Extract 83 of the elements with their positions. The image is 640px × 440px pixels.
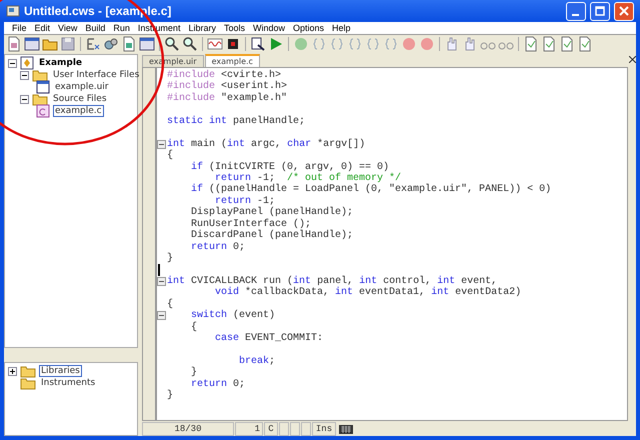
- code-line: {: [167, 298, 174, 310]
- code-line: if (InitCVIRTE (0, argv, 0) == 0): [190, 162, 390, 172]
- code-line: break;: [238, 356, 276, 367]
- code-line: static int panelHandle;: [167, 116, 306, 127]
- code-line: int main (int argc, char *argv[]): [167, 138, 366, 150]
- maximize-button[interactable]: [590, 2, 610, 20]
- menu-item[interactable]: Run: [109, 23, 134, 33]
- page-icon[interactable]: [523, 36, 539, 52]
- menu-item[interactable]: Window: [248, 23, 289, 33]
- menu-item[interactable]: Options: [289, 23, 328, 33]
- code-line: return -1;: [215, 196, 276, 207]
- tree-item[interactable]: Instruments: [39, 377, 98, 389]
- save-icon[interactable]: [60, 36, 76, 52]
- close-button[interactable]: [614, 2, 634, 20]
- collapse-toggle[interactable]: [8, 58, 17, 68]
- menu-item[interactable]: Tools: [220, 23, 249, 33]
- insert-mode: Ins: [312, 422, 336, 436]
- code-line: {: [190, 322, 198, 333]
- find-replace-icon[interactable]: [182, 36, 198, 52]
- page-icon[interactable]: [559, 36, 575, 52]
- menu-item[interactable]: Build: [81, 23, 110, 33]
- menu-item[interactable]: View: [54, 23, 82, 33]
- code-line: if ((panelHandle = LoadPanel (0, "example.uir", PANEL)) < 0): [190, 184, 552, 196]
- new-panel-icon[interactable]: [24, 36, 40, 52]
- tree-item[interactable]: example.uir: [53, 81, 111, 93]
- collapse-toggle[interactable]: [20, 94, 29, 104]
- menu-item[interactable]: Edit: [30, 23, 54, 33]
- file-tab[interactable]: example.c: [204, 54, 260, 67]
- code-line: }: [167, 253, 174, 264]
- code-line: case EVENT_COMMIT:: [214, 333, 324, 344]
- tree-item[interactable]: User Interface Files: [51, 69, 142, 81]
- page-icon[interactable]: [577, 36, 593, 52]
- code-line: switch (event): [190, 310, 276, 322]
- tree-item[interactable]: Libraries: [39, 365, 82, 377]
- code-line: DisplayPanel (panelHandle);: [190, 207, 354, 218]
- folder-icon: [20, 376, 36, 390]
- code-line: #include "example.h": [167, 92, 288, 104]
- menu-item[interactable]: Help: [328, 23, 355, 33]
- column-number: 1: [235, 422, 263, 436]
- code-line: #include <userint.h>: [167, 81, 288, 92]
- keyboard-icon: [338, 423, 354, 435]
- collapse-toggle[interactable]: [20, 70, 29, 80]
- code-editor[interactable]: [142, 67, 628, 421]
- minimize-icon: [572, 14, 578, 16]
- close-icon: [619, 6, 629, 16]
- waveform-icon[interactable]: [207, 36, 223, 52]
- search-icon[interactable]: [164, 36, 180, 52]
- compile-icon[interactable]: [85, 36, 101, 52]
- tree-item[interactable]: example.c: [53, 105, 104, 117]
- code-line: return 0;: [190, 378, 246, 390]
- menu-item[interactable]: File: [8, 23, 31, 33]
- line-position: 18/30: [142, 422, 234, 436]
- code-line: }: [190, 367, 198, 378]
- tree-item[interactable]: Source Files: [51, 93, 109, 105]
- tree-item[interactable]: Example: [37, 57, 84, 69]
- source-file-icon: [36, 104, 50, 118]
- app-icon: [6, 4, 20, 18]
- folder-icon: [32, 92, 48, 106]
- minimize-button[interactable]: [566, 2, 586, 20]
- panel-file-icon: [36, 80, 50, 94]
- expand-toggle[interactable]: [8, 366, 17, 376]
- code-line: RunUserInterface ();: [190, 218, 312, 230]
- close-document-button[interactable]: [628, 56, 636, 63]
- window-icon[interactable]: [139, 36, 155, 52]
- code-line: void *callbackData, int eventData1, int eventData2): [214, 287, 522, 298]
- code-line: return -1; /* out of memory */: [215, 172, 402, 184]
- menu-item[interactable]: Library: [184, 23, 220, 33]
- code-line: return 0;: [190, 242, 246, 253]
- code-line: DiscardPanel (panelHandle);: [190, 230, 354, 242]
- code-line: }: [167, 390, 174, 402]
- fold-toggle[interactable]: [157, 140, 166, 149]
- folder-icon: [32, 68, 48, 82]
- new-file-icon[interactable]: [6, 36, 22, 52]
- code-line: int CVICALLBACK run (int panel, int control, int event,: [167, 276, 498, 287]
- fold-toggle[interactable]: [157, 276, 166, 286]
- stop-square-icon[interactable]: [225, 36, 241, 52]
- code-line: #include <cvirte.h>: [167, 70, 282, 81]
- page-icon[interactable]: [541, 36, 557, 52]
- folder-icon: [20, 364, 36, 378]
- language-indicator: C: [264, 422, 278, 436]
- fold-toggle[interactable]: [157, 311, 166, 320]
- code-line: {: [167, 150, 174, 162]
- maximize-icon: [595, 6, 605, 16]
